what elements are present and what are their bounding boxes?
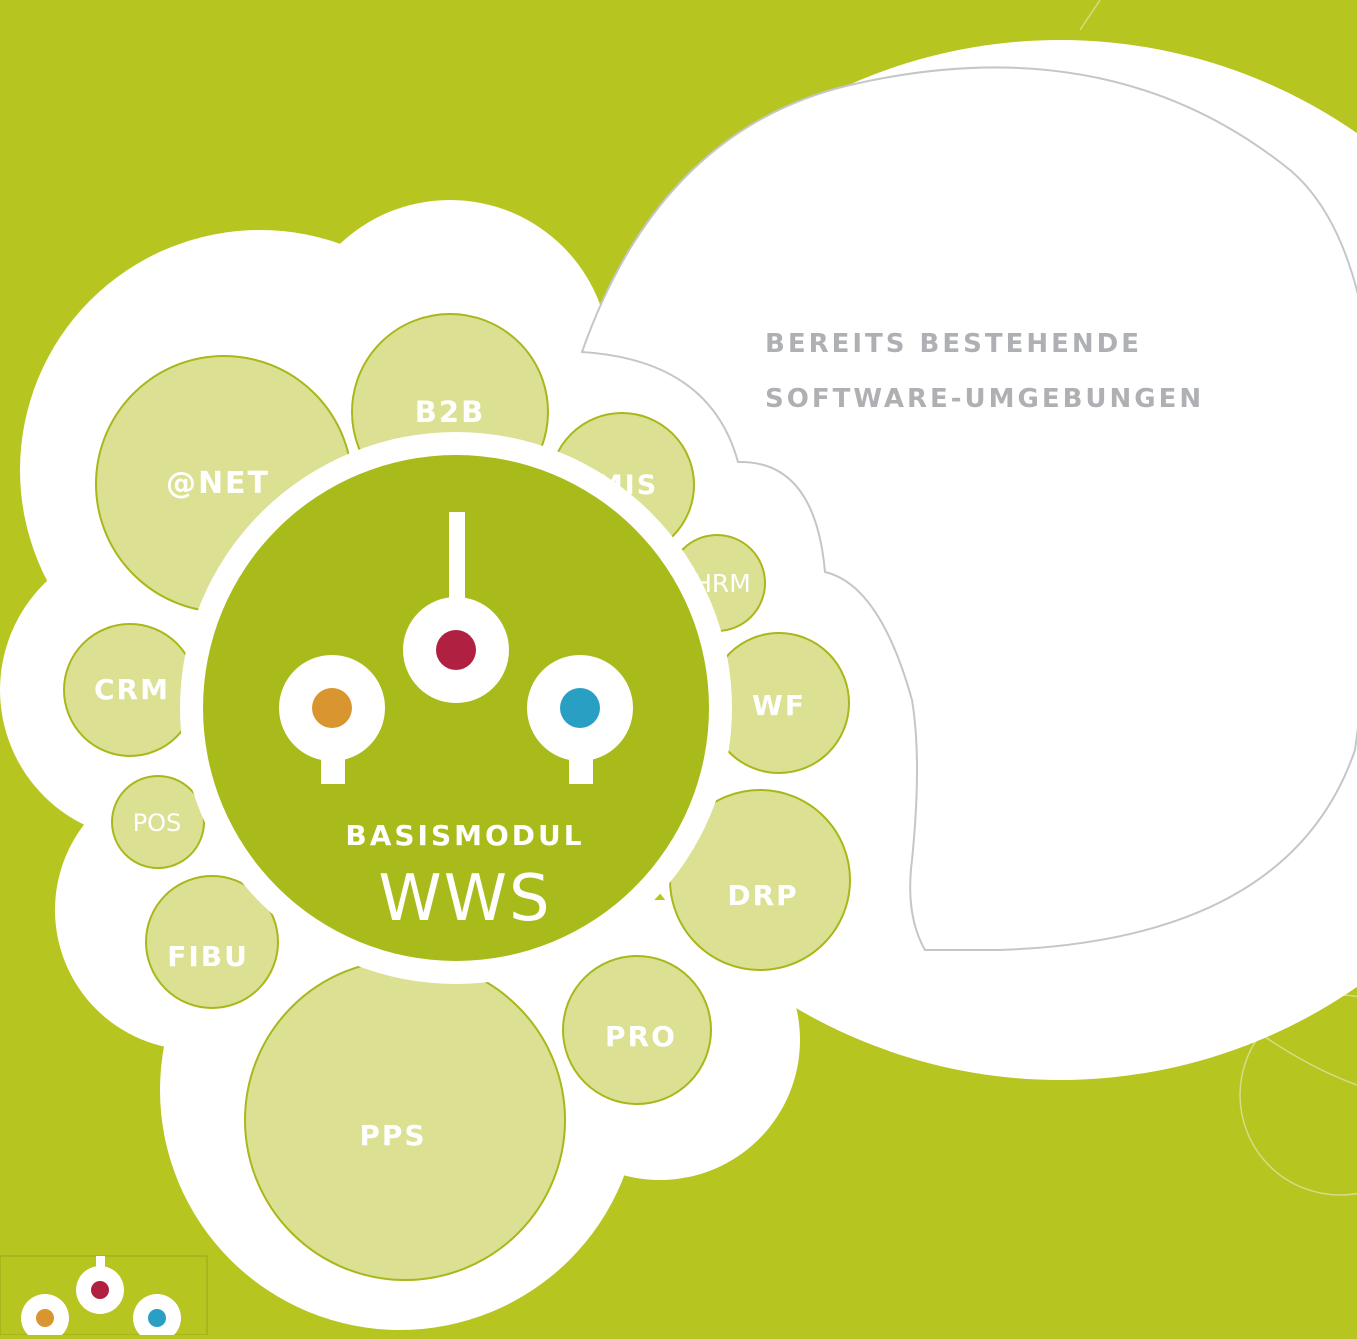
center-title: WWS (378, 862, 551, 936)
module-label-crm: CRM (94, 673, 170, 706)
module-label-pos: POS (133, 809, 182, 837)
blue-dot (560, 688, 600, 728)
module-label-drp: DRP (727, 879, 798, 912)
three-dots-logo-icon (0, 1255, 208, 1339)
module-label-net: @NET (166, 466, 270, 501)
module-label-b2b: B2B (415, 395, 485, 429)
orange-dot (312, 688, 352, 728)
module-label-fibu: FIBU (167, 940, 249, 973)
callout-heading-line-2: SOFTWARE-UMGEBUNGEN (765, 384, 1204, 414)
diagram-stage: BEREITS BESTEHENDE SOFTWARE-UMGEBUNGEN @… (0, 0, 1357, 1339)
module-label-pps: PPS (359, 1119, 426, 1152)
module-label-pro: PRO (605, 1020, 677, 1053)
callout-heading-line-1: BEREITS BESTEHENDE (765, 329, 1142, 359)
module-label-hrm: HRM (693, 569, 751, 598)
module-label-wf: WF (752, 689, 806, 722)
center-subtitle: BASISMODUL (345, 819, 584, 852)
diagram-canvas: BEREITS BESTEHENDE SOFTWARE-UMGEBUNGEN @… (0, 0, 1357, 1339)
module-label-mis: MIS (596, 470, 658, 501)
red-dot (436, 630, 476, 670)
